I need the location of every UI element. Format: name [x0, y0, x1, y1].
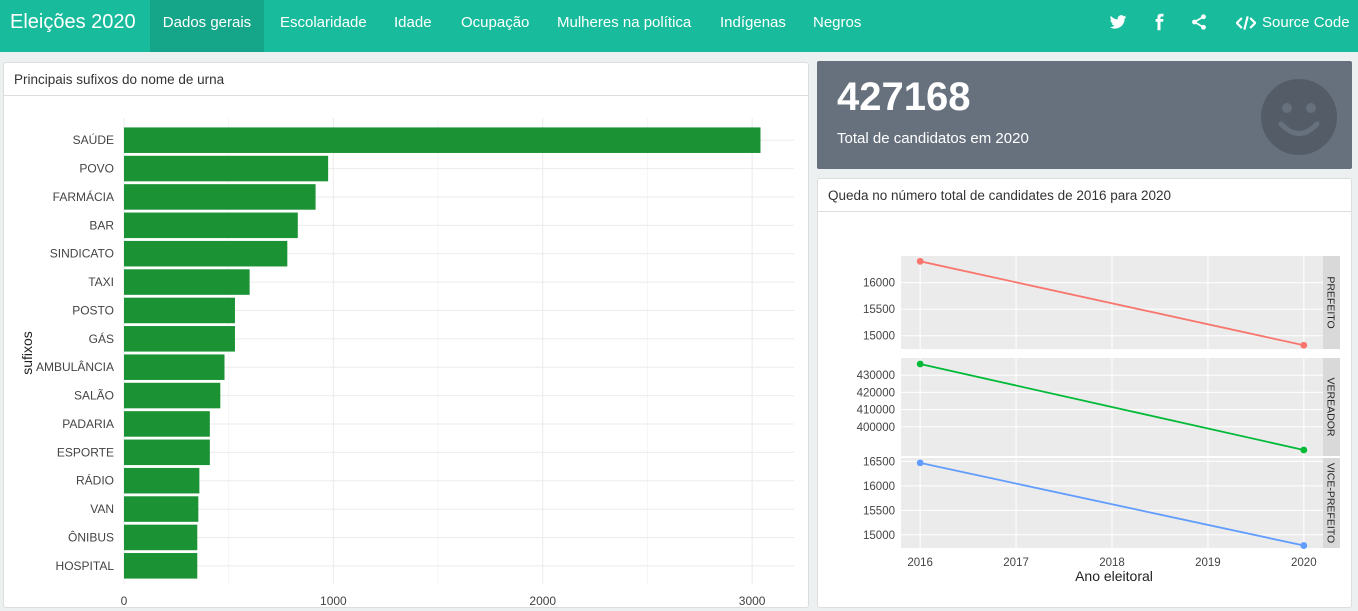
total-candidates-label: Total de candidatos em 2020 [837, 130, 1029, 147]
y-tick-label: POSTO [72, 303, 114, 317]
bar-sindicato [124, 240, 288, 267]
data-point [1300, 542, 1308, 549]
bar-farmácia [124, 184, 316, 210]
y-tick-label: ESPORTE [57, 445, 114, 459]
x-tick-label: 2020 [1291, 557, 1317, 569]
x-axis-label: Ano eleitoral [1075, 568, 1153, 584]
bar-rádio [124, 467, 200, 494]
x-tick-label: 2019 [1195, 557, 1221, 569]
y-tick-label: VAN [90, 502, 114, 516]
total-candidates-value-box: 427168 Total de candidatos em 2020 [817, 61, 1352, 169]
x-tick-label: 1000 [320, 594, 347, 608]
bar-padaria [124, 411, 210, 437]
bar-chart-card: Principais sufixos do nome de urna 0 1000… [3, 62, 809, 608]
bar-saúde [124, 127, 761, 153]
total-candidates-value: 427168 [837, 75, 971, 119]
bar-povo [124, 155, 329, 182]
data-point [916, 257, 924, 265]
source-code-label: Source Code [1262, 14, 1350, 31]
y-tick-label: HOSPITAL [56, 559, 115, 573]
y-tick-label: SINDICATO [50, 247, 114, 261]
tab-idade[interactable]: Idade [394, 0, 432, 52]
data-point [916, 360, 924, 368]
tab-mulheres-na-politica[interactable]: Mulheres na política [557, 0, 691, 52]
code-icon [1235, 16, 1257, 30]
y-tick-label: 16000 [863, 481, 895, 493]
bar-bar [124, 212, 298, 239]
facet-label: VICE-PREFEITO [1325, 463, 1337, 543]
y-tick-label: POVO [79, 162, 114, 176]
bar-ambulância [124, 354, 225, 380]
y-tick-label: 15000 [863, 530, 895, 542]
y-tick-label: 16500 [863, 456, 895, 468]
y-tick-label: AMBULÂNCIA [36, 359, 114, 374]
tab-ocupacao[interactable]: Ocupação [461, 0, 529, 52]
line-chart-card: Queda no número total de candidates de 2… [817, 178, 1352, 608]
bar-van [124, 496, 199, 522]
app-brand[interactable]: Eleições 2020 [10, 0, 136, 45]
twitter-icon[interactable] [1109, 13, 1127, 31]
facet-label: PREFEITO [1325, 276, 1337, 328]
data-point [916, 459, 924, 467]
data-point [1300, 341, 1308, 349]
y-tick-label: 15500 [863, 505, 895, 517]
tab-dados-gerais[interactable]: Dados gerais [150, 0, 264, 52]
navbar: Eleições 2020 Dados gerais Escolaridade … [0, 0, 1358, 52]
line-chart-title: Queda no número total de candidates de 2… [818, 179, 1351, 212]
bar-ônibus [124, 524, 198, 551]
bar-taxi [124, 269, 250, 295]
y-tick-label: 410000 [857, 405, 895, 417]
y-tick-label: RÁDIO [76, 473, 114, 488]
candidates-facet-chart: 15000 15500 16000 PREFEITO 400000 410000 42000… [857, 256, 1340, 584]
y-tick-label: BAR [89, 218, 114, 232]
facebook-icon[interactable] [1150, 13, 1168, 31]
y-tick-label: SAÚDE [73, 132, 114, 147]
y-tick-label: 15500 [863, 304, 895, 316]
smile-icon [1261, 79, 1337, 155]
tab-escolaridade[interactable]: Escolaridade [280, 0, 367, 52]
y-tick-label: 420000 [857, 387, 895, 399]
bar-posto [124, 297, 235, 324]
y-tick-label: PADARIA [62, 417, 114, 431]
y-tick-label: 400000 [857, 422, 895, 434]
tab-indigenas[interactable]: Indígenas [720, 0, 786, 52]
x-tick-label: 2000 [529, 594, 556, 608]
suffix-bar-chart: 0 1000 2000 3000 SAÚDE POVO FARMÁCIA BAR SINDICA… [19, 118, 794, 608]
y-tick-label: 16000 [863, 278, 895, 290]
x-tick-label: 2016 [907, 557, 933, 569]
bar-salão [124, 382, 221, 409]
x-tick-label: 2017 [1003, 557, 1029, 569]
tab-negros[interactable]: Negros [813, 0, 861, 52]
bar-hospital [124, 553, 198, 579]
share-icon[interactable] [1190, 13, 1208, 31]
y-tick-label: SALÃO [74, 389, 114, 403]
y-tick-label: FARMÁCIA [53, 189, 114, 204]
x-tick-label: 0 [121, 594, 128, 608]
y-tick-label: TAXI [88, 275, 114, 289]
y-tick-label: GÁS [89, 331, 114, 346]
facet-label: VEREADOR [1325, 378, 1337, 437]
source-code-link[interactable]: Source Code [1235, 0, 1350, 45]
y-tick-label: 430000 [857, 370, 895, 382]
x-tick-label: 3000 [739, 594, 766, 608]
y-tick-label: 15000 [863, 331, 895, 343]
bar-esporte [124, 439, 210, 466]
data-point [1300, 446, 1308, 454]
bar-chart-title: Principais sufixos do nome de urna [4, 63, 808, 96]
y-axis-label: sufixos [19, 331, 35, 375]
bar-gás [124, 326, 235, 352]
y-tick-label: ÔNIBUS [68, 529, 114, 544]
